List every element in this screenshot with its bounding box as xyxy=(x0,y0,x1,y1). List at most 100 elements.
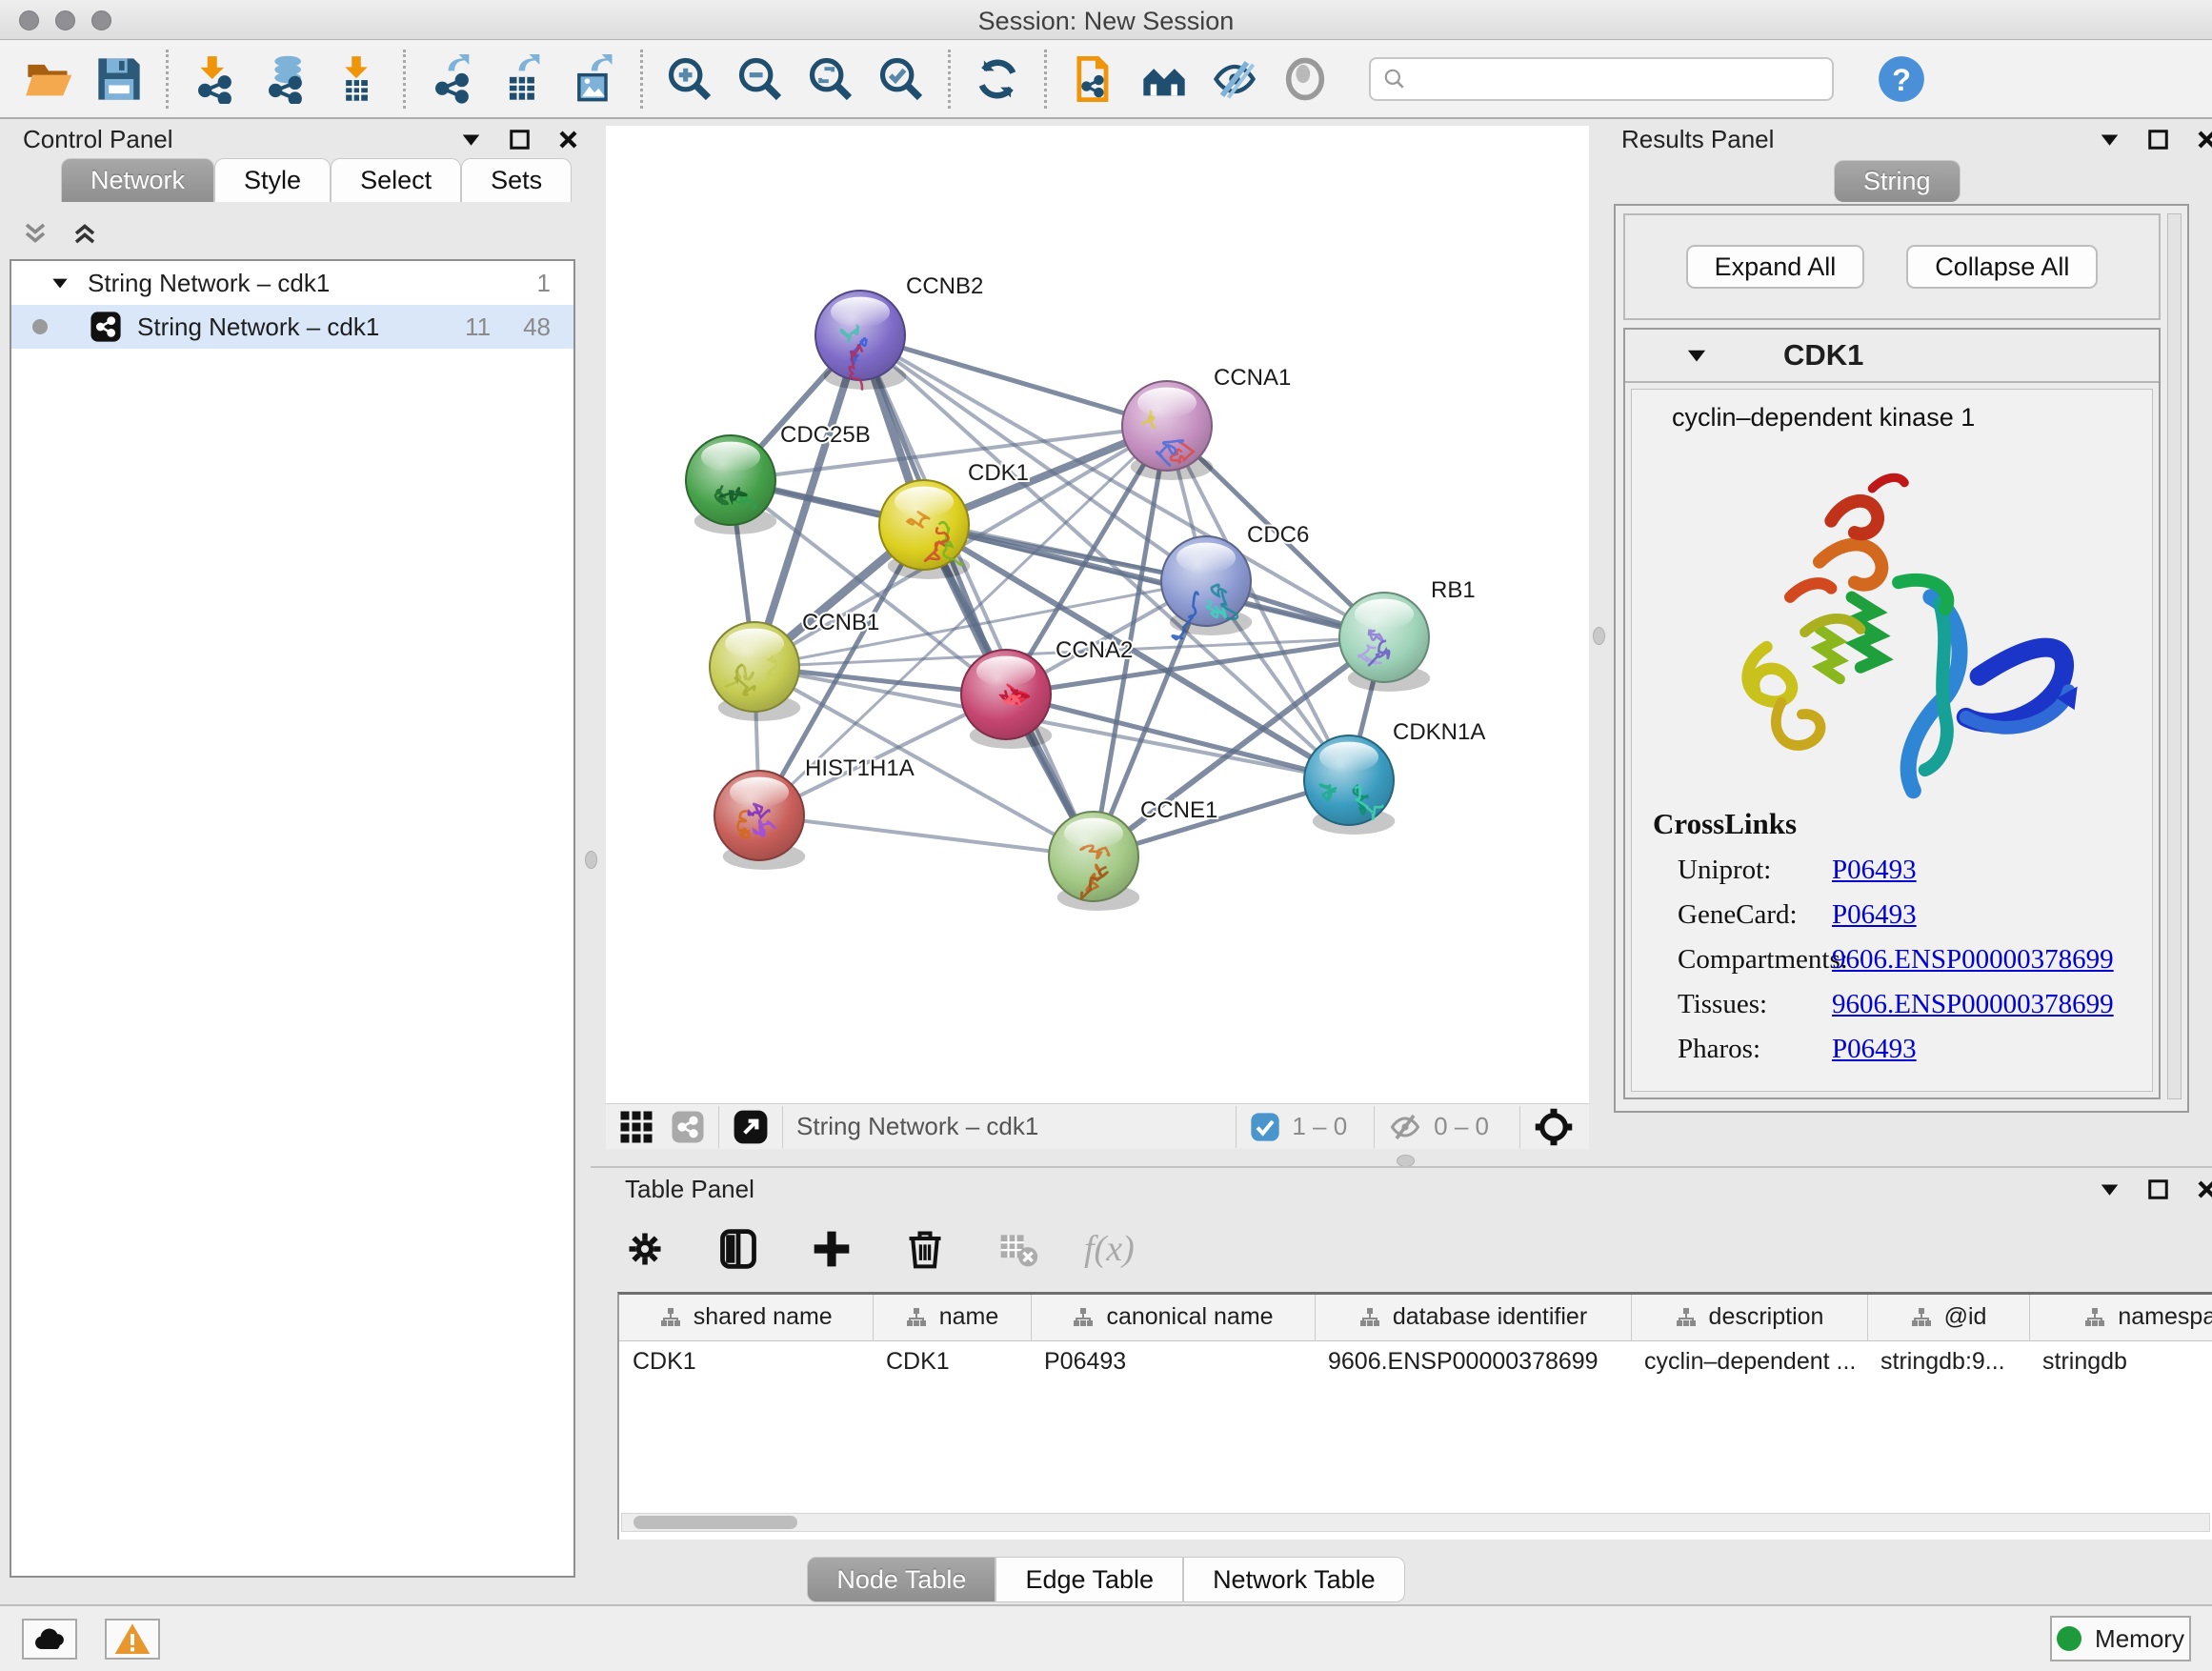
network-share-badge-icon[interactable] xyxy=(671,1110,705,1144)
pharos-link[interactable]: P06493 xyxy=(1832,1034,1917,1065)
col-name[interactable]: name xyxy=(873,1295,1031,1340)
col-description[interactable]: description xyxy=(1631,1295,1867,1340)
panel-float-icon[interactable] xyxy=(2146,128,2170,151)
compartments-link[interactable]: 9606.ENSP00000378699 xyxy=(1832,944,2114,976)
panel-menu-icon[interactable] xyxy=(2098,1178,2122,1201)
save-session-button[interactable] xyxy=(84,46,154,112)
gene-header[interactable]: CDK1 xyxy=(1625,330,2159,383)
panel-float-icon[interactable] xyxy=(2146,1178,2170,1201)
network-node-hist1h1a[interactable]: HIST1H1A xyxy=(714,755,915,870)
network-node-ccnb1[interactable]: CCNB1 xyxy=(710,610,879,721)
network-node-ccnb2[interactable]: CCNB2 xyxy=(815,273,983,391)
network-node-rb1[interactable]: RB1 xyxy=(1339,577,1476,692)
cell-id[interactable]: stringdb:9... xyxy=(1867,1340,2029,1382)
export-table-button[interactable] xyxy=(488,46,558,112)
crosslinks-title: CrossLinks xyxy=(1653,807,2114,841)
show-graphics-details-button[interactable] xyxy=(1270,46,1340,112)
col-namespace[interactable]: namespace xyxy=(2029,1295,2212,1340)
left-splitter-handle[interactable] xyxy=(585,851,597,869)
table-settings-button[interactable] xyxy=(617,1221,673,1277)
tab-edge-table[interactable]: Edge Table xyxy=(995,1557,1183,1602)
panel-menu-icon[interactable] xyxy=(459,128,483,151)
import-network-file-button[interactable] xyxy=(180,46,251,112)
zoom-out-button[interactable] xyxy=(725,46,795,112)
svg-text:CCNB1: CCNB1 xyxy=(802,610,879,635)
table-horizontal-scrollbar[interactable] xyxy=(621,1513,2210,1532)
zoom-in-button[interactable] xyxy=(654,46,725,112)
show-columns-button[interactable] xyxy=(711,1221,766,1277)
tab-string[interactable]: String xyxy=(1834,160,1961,202)
col-canonical-name[interactable]: canonical name xyxy=(1031,1295,1315,1340)
hidden-eye-icon[interactable] xyxy=(1388,1110,1422,1144)
grid-view-icon[interactable] xyxy=(619,1110,654,1144)
zoom-selected-button[interactable] xyxy=(866,46,936,112)
results-scrollbar[interactable] xyxy=(2167,213,2182,1099)
table-row[interactable]: CDK1 CDK1 P06493 9606.ENSP00000378699 cy… xyxy=(619,1340,2212,1382)
cell-description[interactable]: cyclin–dependent ... xyxy=(1631,1340,1867,1382)
toolbar-separator xyxy=(948,50,951,109)
network-node-cdkn1a[interactable]: CDKN1A xyxy=(1304,719,1485,835)
node-count: 11 xyxy=(465,312,491,342)
crosshair-icon[interactable] xyxy=(1534,1107,1574,1147)
tab-style[interactable]: Style xyxy=(214,158,331,202)
warnings-button[interactable] xyxy=(105,1619,160,1660)
network-row-selected[interactable]: String Network – cdk1 11 48 xyxy=(11,305,573,349)
string-network-graph[interactable]: CCNB2CCNA1CDC25BCDK1CDC6RB1CCNB1CCNA2CDK… xyxy=(606,126,1589,1103)
cell-shared-name[interactable]: CDK1 xyxy=(619,1340,873,1382)
gene-expander-icon[interactable] xyxy=(1684,343,1709,368)
zoom-fit-button[interactable] xyxy=(795,46,866,112)
tab-sets[interactable]: Sets xyxy=(461,158,572,202)
expand-all-button[interactable]: Expand All xyxy=(1686,245,1865,289)
panel-float-icon[interactable] xyxy=(508,128,532,151)
crosslink-label: Compartments: xyxy=(1653,944,1832,976)
table-panel-title: Table Panel xyxy=(625,1170,754,1208)
add-column-button[interactable] xyxy=(804,1221,859,1277)
col-database-identifier[interactable]: database identifier xyxy=(1315,1295,1631,1340)
memory-button[interactable]: Memory xyxy=(2050,1616,2191,1661)
refresh-button[interactable] xyxy=(962,46,1033,112)
cell-namespace[interactable]: stringdb xyxy=(2029,1340,2212,1382)
collapse-all-icon[interactable] xyxy=(21,219,50,248)
network-collection-row[interactable]: String Network – cdk1 1 xyxy=(11,261,573,305)
left-splitter[interactable] xyxy=(577,118,594,1166)
import-table-file-button[interactable] xyxy=(321,46,392,112)
hide-graphics-details-button[interactable] xyxy=(1199,46,1270,112)
cell-canonical-name[interactable]: P06493 xyxy=(1031,1340,1315,1382)
birdseye-launch-icon[interactable] xyxy=(733,1109,769,1145)
manage-apps-button[interactable] xyxy=(1058,46,1129,112)
export-image-button[interactable] xyxy=(558,46,629,112)
network-canvas[interactable]: CCNB2CCNA1CDC25BCDK1CDC6RB1CCNB1CCNA2CDK… xyxy=(606,126,1589,1103)
tab-select[interactable]: Select xyxy=(331,158,461,202)
export-network-button[interactable] xyxy=(417,46,488,112)
tab-network[interactable]: Network xyxy=(61,158,214,202)
import-network-database-button[interactable] xyxy=(251,46,321,112)
zoom-selected-icon xyxy=(876,54,926,104)
help-button[interactable]: ? xyxy=(1866,46,1937,112)
open-session-button[interactable] xyxy=(13,46,84,112)
col-id[interactable]: @id xyxy=(1867,1295,2029,1340)
cell-database-identifier[interactable]: 9606.ENSP00000378699 xyxy=(1315,1340,1631,1382)
tab-node-table[interactable]: Node Table xyxy=(807,1557,995,1602)
network-node-ccna1[interactable]: CCNA1 xyxy=(1122,365,1291,480)
network-label: String Network – cdk1 xyxy=(137,312,379,342)
table-scrollbar-thumb[interactable] xyxy=(633,1516,797,1529)
cloud-button[interactable] xyxy=(22,1619,77,1660)
string-results-container: Expand All Collapse All CDK1 cyclin–depe… xyxy=(1614,204,2189,1113)
string-home-button[interactable] xyxy=(1129,46,1199,112)
tissues-link[interactable]: 9606.ENSP00000378699 xyxy=(1832,989,2114,1020)
right-splitter-handle[interactable] xyxy=(1593,627,1605,645)
panel-close-icon[interactable] xyxy=(2195,128,2212,151)
cell-name[interactable]: CDK1 xyxy=(873,1340,1031,1382)
uniprot-link[interactable]: P06493 xyxy=(1832,855,1917,886)
collapse-all-button[interactable]: Collapse All xyxy=(1906,245,2098,289)
panel-close-icon[interactable] xyxy=(2195,1178,2212,1201)
tab-network-table[interactable]: Network Table xyxy=(1183,1557,1405,1602)
search-input[interactable] xyxy=(1415,65,1820,93)
genecard-link[interactable]: P06493 xyxy=(1832,899,1917,931)
selected-checkbox-icon[interactable] xyxy=(1250,1112,1280,1142)
collection-expander-icon[interactable] xyxy=(50,272,70,293)
expand-all-icon[interactable] xyxy=(70,219,99,248)
panel-menu-icon[interactable] xyxy=(2098,128,2122,151)
col-shared-name[interactable]: shared name xyxy=(619,1295,873,1340)
delete-column-button[interactable] xyxy=(897,1221,953,1277)
